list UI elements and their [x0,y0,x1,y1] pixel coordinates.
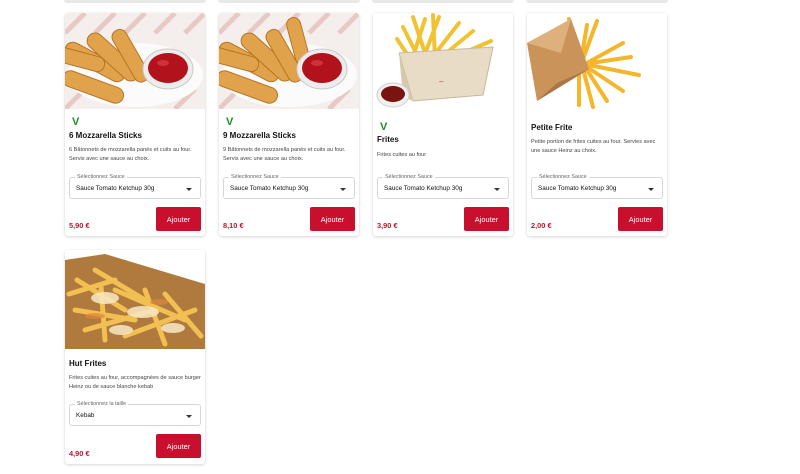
product-price: 4,90 € [69,449,90,458]
product-title: 6 Mozzarella Sticks [69,131,142,140]
product-description: 9 Bâtonnets de mozzarella panés et cuits… [223,147,346,162]
select-value: Sauce Tomato Ketchup 30g [230,185,309,192]
product-card: V 6 Mozzarella Sticks 6 Bâtonnets de moz… [65,13,205,236]
select-label: Sélectionnez Sauce [75,173,127,181]
sauce-select[interactable]: Sélectionnez Sauce Sauce Tomato Ketchup … [69,173,201,199]
add-to-cart-button[interactable]: Ajouter [310,207,355,231]
chevron-down-icon [494,188,500,191]
product-card: ~ V Frites Frites cuites au four Sélecti… [373,13,513,236]
select-value: Sauce Tomato Ketchup 30g [76,185,155,192]
vegetarian-badge: V [380,121,388,133]
product-description: Petite portion de frites cuites au four.… [531,139,656,154]
product-description: 6 Bâtonnets de mozzarella panés et cuits… [69,147,192,162]
product-card: Hut Frites Frites cuites au four, accomp… [65,250,205,464]
product-image-hut-fries[interactable] [65,250,205,349]
select-value: Kebab [76,412,95,419]
add-to-cart-button[interactable]: Ajouter [156,434,201,458]
select-label: Sélectionnez Sauce [537,173,589,181]
product-image-mozzarella-sticks[interactable] [219,13,359,109]
add-to-cart-button[interactable]: Ajouter [156,207,201,231]
product-title: Hut Frites [69,359,107,368]
select-label: Sélectionnez Sauce [229,173,281,181]
select-label: Sélectionnez la taille [75,400,129,408]
sauce-select[interactable]: Sélectionnez Sauce Sauce Tomato Ketchup … [531,173,663,199]
product-description: Frites cuites au four, accompagnées de s… [69,375,201,390]
add-to-cart-button[interactable]: Ajouter [618,207,663,231]
sauce-select[interactable]: Sélectionnez Sauce Sauce Tomato Ketchup … [377,173,509,199]
product-title: Frites [377,135,399,144]
product-description: Frites cuites au four [377,152,427,158]
sauce-select[interactable]: Sélectionnez Sauce Sauce Tomato Ketchup … [223,173,355,199]
product-price: 2,00 € [531,221,552,230]
product-image-mozzarella-sticks[interactable] [65,13,205,109]
product-title: Petite Frite [531,123,573,132]
chevron-down-icon [186,188,192,191]
product-price: 8,10 € [223,221,244,230]
chevron-down-icon [648,188,654,191]
chevron-down-icon [340,188,346,191]
select-label: Sélectionnez Sauce [383,173,435,181]
product-price: 3,90 € [377,221,398,230]
product-price: 5,90 € [69,221,90,230]
vegetarian-badge: V [72,116,80,128]
select-value: Sauce Tomato Ketchup 30g [538,185,617,192]
previous-row-edges [0,0,800,4]
select-value: Sauce Tomato Ketchup 30g [384,185,463,192]
add-to-cart-button[interactable]: Ajouter [464,207,509,231]
chevron-down-icon [186,415,192,418]
product-card: Petite Frite Petite portion de frites cu… [527,13,667,236]
product-card: V 9 Mozzarella Sticks 9 Bâtonnets de moz… [219,13,359,236]
size-select[interactable]: Sélectionnez la taille Kebab [69,400,201,426]
product-image-small-fries[interactable] [527,13,667,109]
product-title: 9 Mozzarella Sticks [223,131,296,140]
vegetarian-badge: V [226,116,234,128]
product-image-fries[interactable]: ~ [373,13,513,109]
